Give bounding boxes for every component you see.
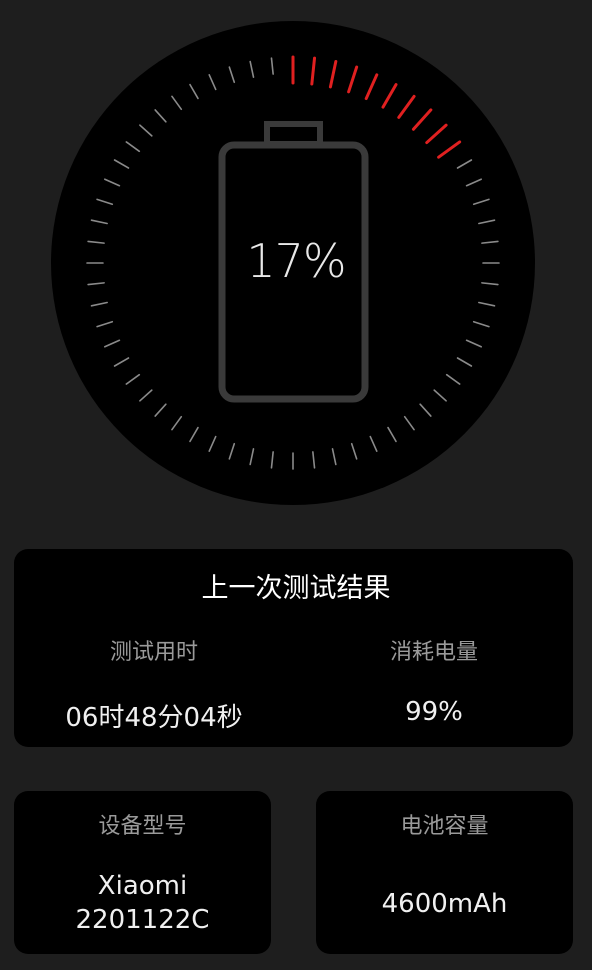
power-consumed-label: 消耗电量 xyxy=(389,640,478,665)
test-duration-label: 测试用时 xyxy=(109,640,198,665)
device-model-label: 设备型号 xyxy=(98,814,187,839)
device-model-value-line2: 2201122C xyxy=(75,905,210,935)
device-model-value-line1: Xiaomi xyxy=(97,871,188,901)
battery-capacity-label: 电池容量 xyxy=(400,814,489,839)
device-model-card: 设备型号 Xiaomi 2201122C xyxy=(14,791,271,954)
battery-capacity-value: 4600mAh xyxy=(381,889,508,919)
last-test-result-title: 上一次测试结果 xyxy=(201,573,391,604)
battery-percent-label: 17% xyxy=(246,234,346,288)
battery-capacity-card: 电池容量 4600mAh xyxy=(316,791,573,954)
power-consumed-value: 99% xyxy=(405,697,463,727)
test-duration-value: 06时48分04秒 xyxy=(65,703,243,733)
battery-gauge: 17% xyxy=(0,0,592,530)
